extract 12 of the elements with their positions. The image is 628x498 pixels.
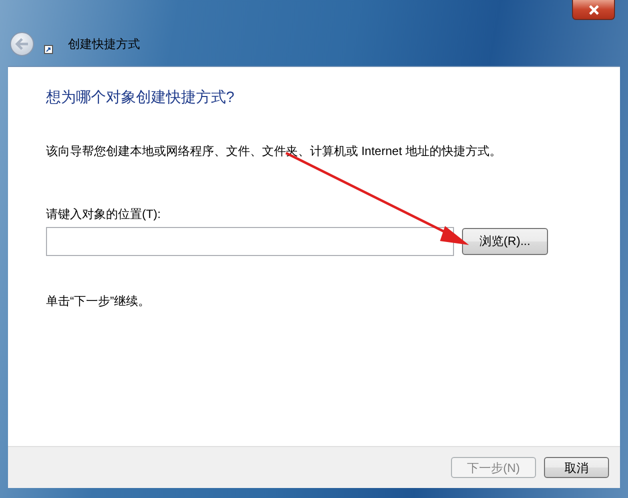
back-arrow-icon (15, 38, 29, 50)
location-label: 请键入对象的位置(T): (46, 206, 162, 222)
window-title: 创建快捷方式 (68, 36, 140, 53)
shortcut-icon (44, 44, 53, 54)
back-button[interactable] (10, 32, 34, 56)
wizard-heading: 想为哪个对象创建快捷方式? (46, 88, 236, 108)
close-button[interactable] (572, 0, 615, 20)
location-input-field[interactable] (46, 226, 454, 256)
browse-button[interactable]: 浏览(R)... (462, 228, 548, 254)
cancel-button[interactable]: 取消 (544, 457, 609, 478)
hint-text: 单击“下一步”继续。 (46, 292, 151, 310)
close-icon (588, 4, 600, 14)
